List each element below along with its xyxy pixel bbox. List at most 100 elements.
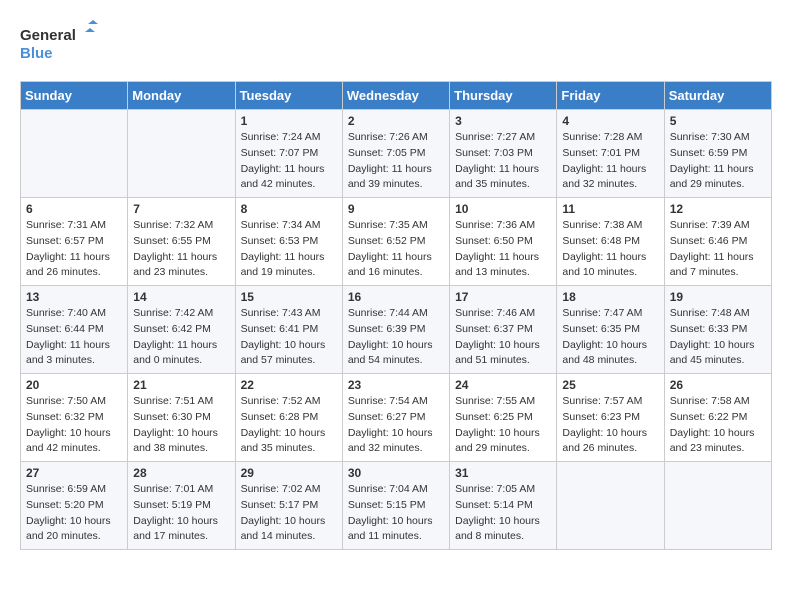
calendar-cell: 31 Sunrise: 7:05 AMSunset: 5:14 PMDayligh…: [450, 462, 557, 550]
calendar-cell: 15 Sunrise: 7:43 AMSunset: 6:41 PMDayligh…: [235, 286, 342, 374]
day-info: Sunrise: 7:40 AMSunset: 6:44 PMDaylight:…: [26, 306, 122, 369]
day-info: Sunrise: 7:47 AMSunset: 6:35 PMDaylight:…: [562, 306, 658, 369]
day-number: 30: [348, 466, 444, 480]
day-number: 20: [26, 378, 122, 392]
day-number: 23: [348, 378, 444, 392]
calendar-cell: 1Sunrise: 7:24 AMSunset: 7:07 PMDaylight…: [235, 110, 342, 198]
weekday-header-saturday: Saturday: [664, 82, 771, 110]
calendar-cell: 17 Sunrise: 7:46 AMSunset: 6:37 PMDayligh…: [450, 286, 557, 374]
day-info: Sunrise: 7:24 AMSunset: 7:07 PMDaylight:…: [241, 130, 337, 193]
calendar-cell: 20Sunrise: 7:50 AMSunset: 6:32 PMDayligh…: [21, 374, 128, 462]
day-number: 2: [348, 114, 444, 128]
day-info: Sunrise: 7:58 AMSunset: 6:22 PMDaylight:…: [670, 394, 766, 457]
day-info: Sunrise: 7:30 AMSunset: 6:59 PMDaylight:…: [670, 130, 766, 193]
day-info: Sunrise: 7:48 AMSunset: 6:33 PMDaylight:…: [670, 306, 766, 369]
calendar-cell: 21 Sunrise: 7:51 AMSunset: 6:30 PMDayligh…: [128, 374, 235, 462]
day-info: Sunrise: 7:43 AMSunset: 6:41 PMDaylight:…: [241, 306, 337, 369]
calendar-cell: 14Sunrise: 7:42 AMSunset: 6:42 PMDayligh…: [128, 286, 235, 374]
calendar-week-3: 13Sunrise: 7:40 AMSunset: 6:44 PMDayligh…: [21, 286, 772, 374]
calendar-cell: 7 Sunrise: 7:32 AMSunset: 6:55 PMDaylight…: [128, 198, 235, 286]
day-number: 10: [455, 202, 551, 216]
calendar-cell: 28 Sunrise: 7:01 AMSunset: 5:19 PMDayligh…: [128, 462, 235, 550]
day-number: 29: [241, 466, 337, 480]
day-info: Sunrise: 7:34 AMSunset: 6:53 PMDaylight:…: [241, 218, 337, 281]
day-info: Sunrise: 7:42 AMSunset: 6:42 PMDaylight:…: [133, 306, 229, 369]
calendar-week-5: 27 Sunrise: 6:59 AMSunset: 5:20 PMDayligh…: [21, 462, 772, 550]
day-number: 11: [562, 202, 658, 216]
calendar-cell: 29 Sunrise: 7:02 AMSunset: 5:17 PMDayligh…: [235, 462, 342, 550]
calendar-cell: 9Sunrise: 7:35 AMSunset: 6:52 PMDaylight…: [342, 198, 449, 286]
weekday-header-wednesday: Wednesday: [342, 82, 449, 110]
day-info: Sunrise: 7:51 AMSunset: 6:30 PMDaylight:…: [133, 394, 229, 457]
calendar-week-4: 20Sunrise: 7:50 AMSunset: 6:32 PMDayligh…: [21, 374, 772, 462]
day-number: 7: [133, 202, 229, 216]
day-info: Sunrise: 7:28 AMSunset: 7:01 PMDaylight:…: [562, 130, 658, 193]
day-number: 16: [348, 290, 444, 304]
day-info: Sunrise: 7:31 AMSunset: 6:57 PMDaylight:…: [26, 218, 122, 281]
calendar-week-1: 1Sunrise: 7:24 AMSunset: 7:07 PMDaylight…: [21, 110, 772, 198]
day-info: Sunrise: 7:54 AMSunset: 6:27 PMDaylight:…: [348, 394, 444, 457]
calendar-cell: 22Sunrise: 7:52 AMSunset: 6:28 PMDayligh…: [235, 374, 342, 462]
calendar-cell: 4 Sunrise: 7:28 AMSunset: 7:01 PMDaylight…: [557, 110, 664, 198]
day-info: Sunrise: 7:38 AMSunset: 6:48 PMDaylight:…: [562, 218, 658, 281]
svg-text:Blue: Blue: [20, 45, 53, 62]
day-number: 18: [562, 290, 658, 304]
calendar-week-2: 6Sunrise: 7:31 AMSunset: 6:57 PMDaylight…: [21, 198, 772, 286]
day-info: Sunrise: 7:46 AMSunset: 6:37 PMDaylight:…: [455, 306, 551, 369]
calendar-table: SundayMondayTuesdayWednesdayThursdayFrid…: [20, 81, 772, 550]
day-number: 15: [241, 290, 337, 304]
calendar-cell: 24Sunrise: 7:55 AMSunset: 6:25 PMDayligh…: [450, 374, 557, 462]
calendar-cell: [128, 110, 235, 198]
day-number: 17: [455, 290, 551, 304]
day-number: 19: [670, 290, 766, 304]
day-info: Sunrise: 7:05 AMSunset: 5:14 PMDaylight:…: [455, 482, 551, 545]
calendar-cell: 27 Sunrise: 6:59 AMSunset: 5:20 PMDayligh…: [21, 462, 128, 550]
day-info: Sunrise: 7:52 AMSunset: 6:28 PMDaylight:…: [241, 394, 337, 457]
calendar-cell: 30 Sunrise: 7:04 AMSunset: 5:15 PMDayligh…: [342, 462, 449, 550]
weekday-header-monday: Monday: [128, 82, 235, 110]
day-number: 3: [455, 114, 551, 128]
day-info: Sunrise: 7:02 AMSunset: 5:17 PMDaylight:…: [241, 482, 337, 545]
calendar-cell: 13Sunrise: 7:40 AMSunset: 6:44 PMDayligh…: [21, 286, 128, 374]
calendar-cell: 23 Sunrise: 7:54 AMSunset: 6:27 PMDayligh…: [342, 374, 449, 462]
calendar-cell: 12Sunrise: 7:39 AMSunset: 6:46 PMDayligh…: [664, 198, 771, 286]
calendar-cell: 26 Sunrise: 7:58 AMSunset: 6:22 PMDayligh…: [664, 374, 771, 462]
calendar-cell: 6Sunrise: 7:31 AMSunset: 6:57 PMDaylight…: [21, 198, 128, 286]
day-number: 31: [455, 466, 551, 480]
day-number: 28: [133, 466, 229, 480]
day-number: 8: [241, 202, 337, 216]
svg-text:General: General: [20, 27, 76, 44]
calendar-cell: 5Sunrise: 7:30 AMSunset: 6:59 PMDaylight…: [664, 110, 771, 198]
calendar-cell: 16 Sunrise: 7:44 AMSunset: 6:39 PMDayligh…: [342, 286, 449, 374]
logo: General Blue: [20, 20, 100, 65]
calendar-cell: 2 Sunrise: 7:26 AMSunset: 7:05 PMDaylight…: [342, 110, 449, 198]
day-number: 4: [562, 114, 658, 128]
calendar-cell: [664, 462, 771, 550]
page-header: General Blue: [20, 20, 772, 65]
calendar-cell: 18 Sunrise: 7:47 AMSunset: 6:35 PMDayligh…: [557, 286, 664, 374]
day-info: Sunrise: 6:59 AMSunset: 5:20 PMDaylight:…: [26, 482, 122, 545]
calendar-cell: [557, 462, 664, 550]
weekday-header-thursday: Thursday: [450, 82, 557, 110]
day-info: Sunrise: 7:26 AMSunset: 7:05 PMDaylight:…: [348, 130, 444, 193]
day-number: 21: [133, 378, 229, 392]
day-info: Sunrise: 7:32 AMSunset: 6:55 PMDaylight:…: [133, 218, 229, 281]
day-number: 26: [670, 378, 766, 392]
day-number: 9: [348, 202, 444, 216]
day-info: Sunrise: 7:01 AMSunset: 5:19 PMDaylight:…: [133, 482, 229, 545]
weekday-header-tuesday: Tuesday: [235, 82, 342, 110]
day-info: Sunrise: 7:57 AMSunset: 6:23 PMDaylight:…: [562, 394, 658, 457]
day-info: Sunrise: 7:04 AMSunset: 5:15 PMDaylight:…: [348, 482, 444, 545]
day-info: Sunrise: 7:55 AMSunset: 6:25 PMDaylight:…: [455, 394, 551, 457]
calendar-cell: 11 Sunrise: 7:38 AMSunset: 6:48 PMDayligh…: [557, 198, 664, 286]
calendar-cell: 10Sunrise: 7:36 AMSunset: 6:50 PMDayligh…: [450, 198, 557, 286]
calendar-cell: 3 Sunrise: 7:27 AMSunset: 7:03 PMDaylight…: [450, 110, 557, 198]
calendar-cell: 25 Sunrise: 7:57 AMSunset: 6:23 PMDayligh…: [557, 374, 664, 462]
day-number: 27: [26, 466, 122, 480]
day-info: Sunrise: 7:44 AMSunset: 6:39 PMDaylight:…: [348, 306, 444, 369]
day-info: Sunrise: 7:39 AMSunset: 6:46 PMDaylight:…: [670, 218, 766, 281]
day-info: Sunrise: 7:27 AMSunset: 7:03 PMDaylight:…: [455, 130, 551, 193]
calendar-cell: 19 Sunrise: 7:48 AMSunset: 6:33 PMDayligh…: [664, 286, 771, 374]
logo-svg: General Blue: [20, 20, 100, 65]
day-number: 25: [562, 378, 658, 392]
